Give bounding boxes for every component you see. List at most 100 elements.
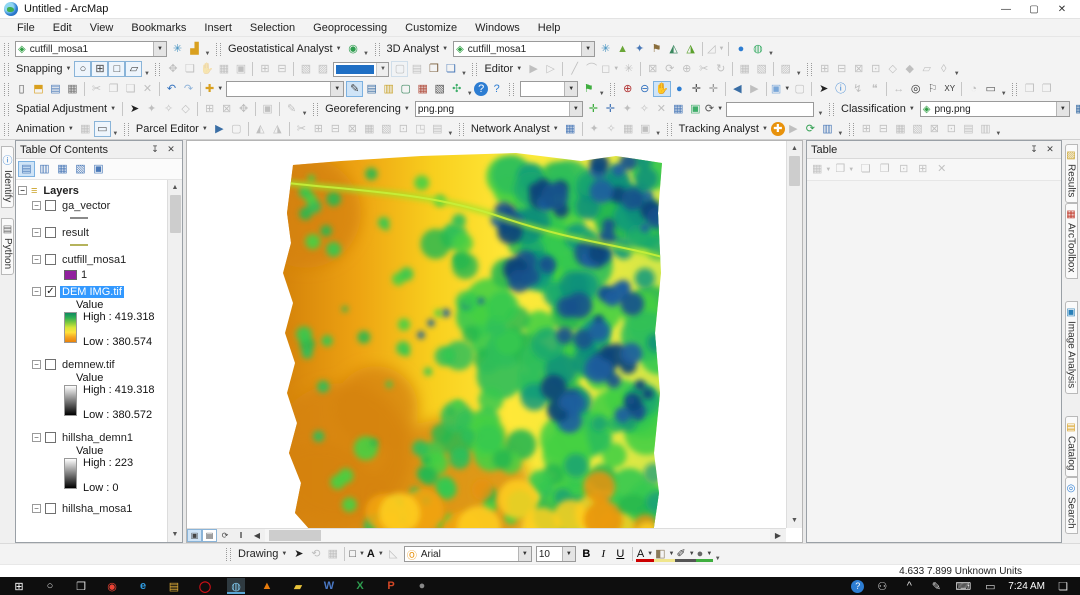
- layer-checkbox[interactable]: ✓: [45, 286, 56, 297]
- rectangle-tool-icon[interactable]: ▱: [918, 61, 935, 77]
- error-inspector-icon[interactable]: ✋: [198, 61, 215, 77]
- maximize-button[interactable]: ▢: [1020, 0, 1048, 18]
- version-manager-icon[interactable]: ⊠: [926, 121, 943, 137]
- select-elements-icon[interactable]: ➤: [290, 546, 307, 562]
- identify-tab[interactable]: ⓘIdentify: [1, 146, 14, 208]
- map-vertical-scrollbar[interactable]: ▲ ▼: [786, 141, 802, 528]
- preview-window-icon[interactable]: ⊠: [218, 101, 235, 117]
- time-slider-icon[interactable]: ◔: [965, 81, 982, 97]
- layer-checkbox[interactable]: [45, 200, 56, 211]
- list-by-drawing-order-button[interactable]: ▤: [18, 161, 35, 177]
- select-link-icon[interactable]: ✛: [602, 101, 619, 117]
- multiple-links-icon[interactable]: ◇: [177, 101, 194, 117]
- layout-view-button[interactable]: ▤: [202, 529, 217, 542]
- toc-layers-root[interactable]: − ≡ Layers: [18, 183, 167, 198]
- layer-checkbox[interactable]: [45, 359, 56, 370]
- geostatistical-wizard-icon[interactable]: ✳: [169, 41, 186, 57]
- taskbar-search-icon[interactable]: ○: [41, 578, 59, 594]
- toolbar-grip[interactable]: [472, 63, 477, 76]
- toolbar-overflow[interactable]: ▼: [142, 71, 151, 79]
- flag-icon[interactable]: ⚑: [580, 81, 597, 97]
- point-snapping-toggle[interactable]: ○: [74, 61, 91, 77]
- toolbar-overflow[interactable]: ▼: [597, 91, 606, 99]
- drawing-menu[interactable]: Drawing▼: [235, 547, 290, 561]
- toolbar-grip[interactable]: [216, 43, 221, 56]
- arcscene-icon[interactable]: ◍: [749, 41, 766, 57]
- tracking-chart-icon[interactable]: ▥: [819, 121, 836, 137]
- save-icon[interactable]: ▤: [47, 81, 64, 97]
- tray-pen-icon[interactable]: ✎: [927, 578, 945, 594]
- scroll-right-button[interactable]: ▶: [770, 529, 786, 542]
- toolbar-grip[interactable]: [509, 83, 514, 96]
- go-to-xy-icon[interactable]: XY: [941, 81, 958, 97]
- link-table-icon[interactable]: ⊞: [201, 101, 218, 117]
- network-window-icon[interactable]: ▦: [562, 121, 579, 137]
- menu-selection[interactable]: Selection: [241, 21, 304, 35]
- rotate-image-icon[interactable]: ⟳▼: [704, 101, 724, 117]
- rotate-element-icon[interactable]: ⟲: [307, 546, 324, 562]
- add-control-points-icon[interactable]: ✛: [585, 101, 602, 117]
- search-tab[interactable]: ◎Search: [1065, 477, 1078, 535]
- undo-icon[interactable]: ↶: [163, 81, 180, 97]
- parcel-fabric-icon[interactable]: ▦: [361, 121, 378, 137]
- arcmap-taskbar-icon[interactable]: ◍: [227, 578, 245, 594]
- close-button[interactable]: ✕: [1048, 0, 1076, 18]
- clock[interactable]: 7:24 AM: [1008, 581, 1045, 592]
- highlight-button[interactable]: ⊡: [895, 162, 912, 178]
- layer-checkbox[interactable]: [45, 503, 56, 514]
- sticky-notes-icon[interactable]: ▰: [289, 578, 307, 594]
- collapse-icon[interactable]: −: [32, 360, 41, 369]
- parcel-select-icon[interactable]: ▶: [211, 121, 228, 137]
- reshape-feature-icon[interactable]: ↻: [712, 61, 729, 77]
- create-network-location-icon[interactable]: ✦: [586, 121, 603, 137]
- register-version-icon[interactable]: ⊞: [858, 121, 875, 137]
- list-by-selection-button[interactable]: ▧: [72, 161, 89, 177]
- toolbar-overflow[interactable]: ▼: [994, 131, 1003, 139]
- network-solve-icon[interactable]: ▦: [620, 121, 637, 137]
- new-page-icon[interactable]: ▢: [391, 61, 408, 77]
- quick-value-combo[interactable]: ▼: [520, 81, 578, 97]
- topology-edit-icon[interactable]: ▣: [232, 61, 249, 77]
- toolbar-grip[interactable]: [807, 63, 812, 76]
- menu-help[interactable]: Help: [529, 21, 570, 35]
- menu-windows[interactable]: Windows: [466, 21, 529, 35]
- html-popup-icon[interactable]: ❝: [866, 81, 883, 97]
- attribute-transfer-icon[interactable]: ▣: [259, 101, 276, 117]
- refresh-events-icon[interactable]: ⟳: [802, 121, 819, 137]
- toolbar-grip[interactable]: [4, 63, 9, 76]
- pin-icon[interactable]: ↧: [148, 144, 162, 155]
- map-topology-icon[interactable]: ✥: [164, 61, 181, 77]
- directions-icon[interactable]: ▣: [637, 121, 654, 137]
- zoom-in-icon[interactable]: ⊕: [619, 81, 636, 97]
- pause-drawing-button[interactable]: ‖: [233, 529, 249, 542]
- edge-snapping-toggle[interactable]: ▱: [125, 61, 142, 77]
- notification-center-icon[interactable]: ❏: [1054, 578, 1072, 594]
- font-size-combo[interactable]: 10▼: [536, 546, 576, 562]
- pan-icon[interactable]: ✋: [653, 81, 671, 97]
- toc-options-button[interactable]: ▣: [90, 161, 107, 177]
- minimize-button[interactable]: —: [992, 0, 1020, 18]
- fixed-zoom-in-icon[interactable]: ✛: [688, 81, 705, 97]
- capture-view-icon[interactable]: ▦: [77, 121, 94, 137]
- pin-icon[interactable]: ↧: [1027, 144, 1041, 155]
- results-tab[interactable]: ▨Results: [1065, 144, 1078, 203]
- list-by-source-button[interactable]: ▥: [36, 161, 53, 177]
- toolbar-grip[interactable]: [829, 103, 834, 116]
- collapse-icon[interactable]: −: [32, 433, 41, 442]
- georeferencing-menu[interactable]: Georeferencing▼: [322, 102, 413, 116]
- arctoolbox-window-icon[interactable]: ▦: [414, 81, 431, 97]
- python-window-icon[interactable]: ▧: [431, 81, 448, 97]
- list-by-visibility-button[interactable]: ▦: [54, 161, 71, 177]
- add-data-icon[interactable]: ✚▼: [204, 81, 224, 97]
- georeferencing-layer-combo[interactable]: png.png▼: [415, 101, 583, 117]
- horizontal-scrollbar[interactable]: [265, 529, 770, 542]
- table-of-contents-window-icon[interactable]: ▤: [363, 81, 380, 97]
- identify-icon[interactable]: ⓘ: [832, 81, 849, 97]
- switch-selection-button[interactable]: ❒: [876, 162, 893, 178]
- select-features-icon[interactable]: ▣▼: [770, 81, 791, 97]
- toolbar-grip[interactable]: [459, 123, 464, 136]
- page-layout-icon[interactable]: ▤: [408, 61, 425, 77]
- edgematch-icon[interactable]: ✎: [283, 101, 300, 117]
- parcel-adjust-icon[interactable]: ▤: [429, 121, 446, 137]
- menu-insert[interactable]: Insert: [195, 21, 241, 35]
